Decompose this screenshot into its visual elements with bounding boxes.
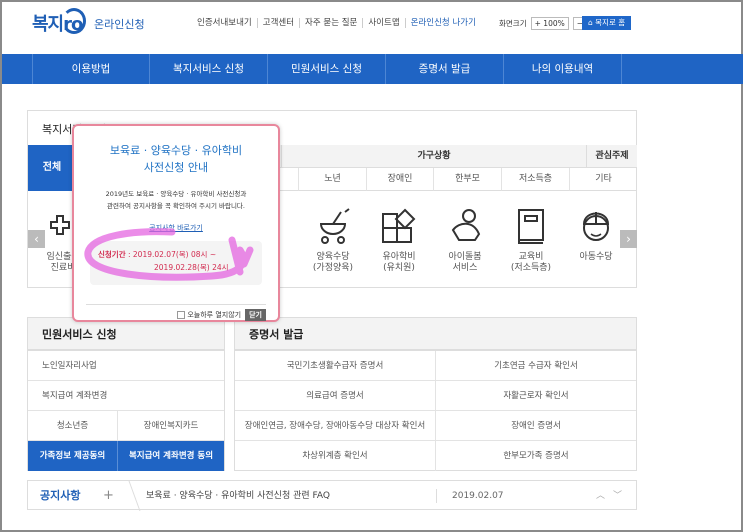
certificate-link[interactable]: 의료급여 증명서 (235, 381, 436, 411)
certificate-link[interactable]: 자활근로자 확인서 (436, 381, 636, 411)
group-interest: 관심주제 (586, 145, 637, 168)
util-link-cert-export[interactable]: 인증서내보내기 (192, 18, 258, 28)
util-link-sitemap[interactable]: 사이트맵 (363, 18, 406, 28)
item-label: 아동수당 (579, 252, 613, 262)
utility-links: 인증서내보내기 고객센터 자주 묻는 질문 사이트맵 온라인신청 나가기 (192, 18, 481, 28)
zoom-value: 100% (543, 19, 565, 28)
certificate-row: 국민기초생활수급자 증명서 기초연금 수급자 확인서 (235, 351, 636, 381)
nav-civil-apply[interactable]: 민원서비스 신청 (268, 54, 386, 84)
certificate-title: 증명서 발급 (235, 318, 636, 351)
dont-show-label[interactable]: 오늘하루 열지않기 (187, 311, 241, 319)
popup-description: 2019년도 보육료 · 양육수당 · 유아학비 사전신청과관련하여 공지사항을… (74, 188, 278, 212)
certificate-row: 장애인연금, 장애수당, 장애아동수당 대상자 확인서 장애인 증명서 (235, 411, 636, 441)
civil-youth-card[interactable]: 청소년증 (28, 411, 118, 441)
subtab-disabled[interactable]: 장애인 (366, 168, 433, 191)
family-info-consent-button[interactable]: 가족정보 제공동의 (28, 441, 118, 471)
certificate-link[interactable]: 한부모가족 증명서 (436, 441, 636, 471)
item-label-sub: (저소득층) (510, 263, 552, 273)
item-label: 유아학비 (382, 252, 416, 262)
child-cap-icon (582, 212, 610, 241)
certificate-link[interactable]: 국민기초생활수급자 증명서 (235, 351, 436, 381)
service-item[interactable]: 아이돌봄 서비스 (432, 206, 498, 274)
item-label-sub: (유치원) (383, 263, 415, 273)
home-button[interactable]: ⌂ 복지로 홈 (582, 16, 632, 30)
subtab-low-income[interactable]: 저소득층 (501, 168, 569, 191)
nav-usage[interactable]: 이용방법 (32, 54, 150, 84)
notice-date: 2019.02.07 (452, 491, 504, 501)
service-item[interactable]: 양육수당 (가정양육) (300, 206, 366, 274)
stroller-icon (319, 208, 350, 244)
subtab-elderly[interactable]: 노년 (298, 168, 366, 191)
civil-title: 민원서비스 신청 (28, 318, 224, 351)
notice-title-link[interactable]: 보육료 · 양육수당 · 유아학비 사전신청 관련 FAQ (146, 481, 330, 511)
util-link-faq[interactable]: 자주 묻는 질문 (300, 18, 364, 28)
certificate-section: 증명서 발급 국민기초생활수급자 증명서 기초연금 수급자 확인서 의료급여 증명서… (234, 317, 637, 471)
notice-bar: 공지사항 + 보육료 · 양육수당 · 유아학비 사전신청 관련 FAQ 201… (27, 480, 637, 511)
certificate-link[interactable]: 기초연금 수급자 확인서 (436, 351, 636, 381)
service-item[interactable]: 아동수당 (563, 206, 629, 263)
civil-section: 민원서비스 신청 노인일자리사업 복지급여 계좌변경 청소년증 장애인복지카드 가… (27, 317, 225, 471)
tab-all[interactable]: 전체 (28, 145, 76, 191)
certificate-row: 차상위계층 확인서 한부모가족 증명서 (235, 441, 636, 471)
nav-my-history[interactable]: 나의 이용내역 (504, 54, 622, 84)
civil-disabled-card[interactable]: 장애인복지카드 (118, 411, 224, 441)
subtab-etc[interactable]: 기타 (569, 168, 637, 191)
popup-close-button[interactable]: 닫기 (245, 309, 266, 321)
certificate-link[interactable]: 장애인연금, 장애수당, 장애아동수당 대상자 확인서 (235, 411, 436, 441)
main-nav: 이용방법 복지서비스 신청 민원서비스 신청 증명서 발급 나의 이용내역 (2, 54, 743, 84)
group-household: 가구상황 (281, 145, 586, 168)
notice-separator (436, 489, 437, 503)
certificate-link[interactable]: 차상위계층 확인서 (235, 441, 436, 471)
certificate-link[interactable]: 장애인 증명서 (436, 411, 636, 441)
zoom-in-button[interactable]: + 100% (530, 17, 569, 30)
service-item[interactable]: 교육비 (저소득층) (498, 206, 564, 274)
pink-highlight-scribble (84, 228, 254, 281)
item-label-sub: 서비스 (452, 263, 478, 273)
letter-blocks-icon (382, 208, 416, 243)
zoom-plus: + (534, 19, 541, 28)
zoom-control: 화면크기 + 100% − (499, 17, 588, 30)
popup-title-line1: 보육료 · 양육수당 · 유아학비 (109, 144, 243, 157)
certificate-row: 의료급여 증명서 자활근로자 확인서 (235, 381, 636, 411)
util-link-exit[interactable]: 온라인신청 나가기 (406, 18, 481, 28)
popup-footer: 오늘하루 열지않기 닫기 (86, 304, 266, 321)
item-label-sub: (가정양육) (312, 263, 354, 273)
dont-show-checkbox[interactable] (177, 311, 186, 319)
zoom-label: 화면크기 (499, 19, 527, 28)
child-care-icon (451, 209, 481, 241)
logo-subtitle: 온라인신청 (94, 18, 145, 31)
item-label: 양육수당 (316, 252, 350, 262)
account-change-consent-button[interactable]: 복지급여 계좌변경 동의 (118, 441, 224, 471)
notice-divider (117, 481, 141, 511)
popup-desc-line2: 관련하여 공지사항을 꼭 확인하여 주시기 바랍니다. (107, 202, 245, 210)
notice-next-icon[interactable]: ﹀ (613, 481, 622, 511)
civil-row[interactable]: 복지급여 계좌변경 (28, 381, 224, 411)
popup-desc-line1: 2019년도 보육료 · 양육수당 · 유아학비 사전신청과 (105, 190, 247, 198)
nav-welfare-apply[interactable]: 복지서비스 신청 (150, 54, 268, 84)
logo-ring (62, 8, 86, 34)
subtab-single-parent[interactable]: 한부모 (433, 168, 501, 191)
item-label: 아이돌봄 (448, 252, 482, 262)
home-button-label: 복지로 홈 (595, 18, 626, 27)
service-item[interactable]: 유아학비 (유치원) (366, 206, 432, 274)
civil-row[interactable]: 노인일자리사업 (28, 351, 224, 381)
item-label: 교육비 (518, 252, 544, 262)
popup-title: 보육료 · 양육수당 · 유아학비사전신청 안내 (74, 142, 278, 176)
book-icon (518, 209, 544, 244)
nav-certificate[interactable]: 증명서 발급 (386, 54, 504, 84)
popup-title-line2: 사전신청 안내 (143, 161, 209, 174)
util-link-support[interactable]: 고객센터 (258, 18, 301, 28)
notice-more-button[interactable]: + (103, 481, 114, 511)
notice-prev-icon[interactable]: ︿ (596, 481, 605, 511)
notice-label: 공지사항 (40, 489, 81, 502)
